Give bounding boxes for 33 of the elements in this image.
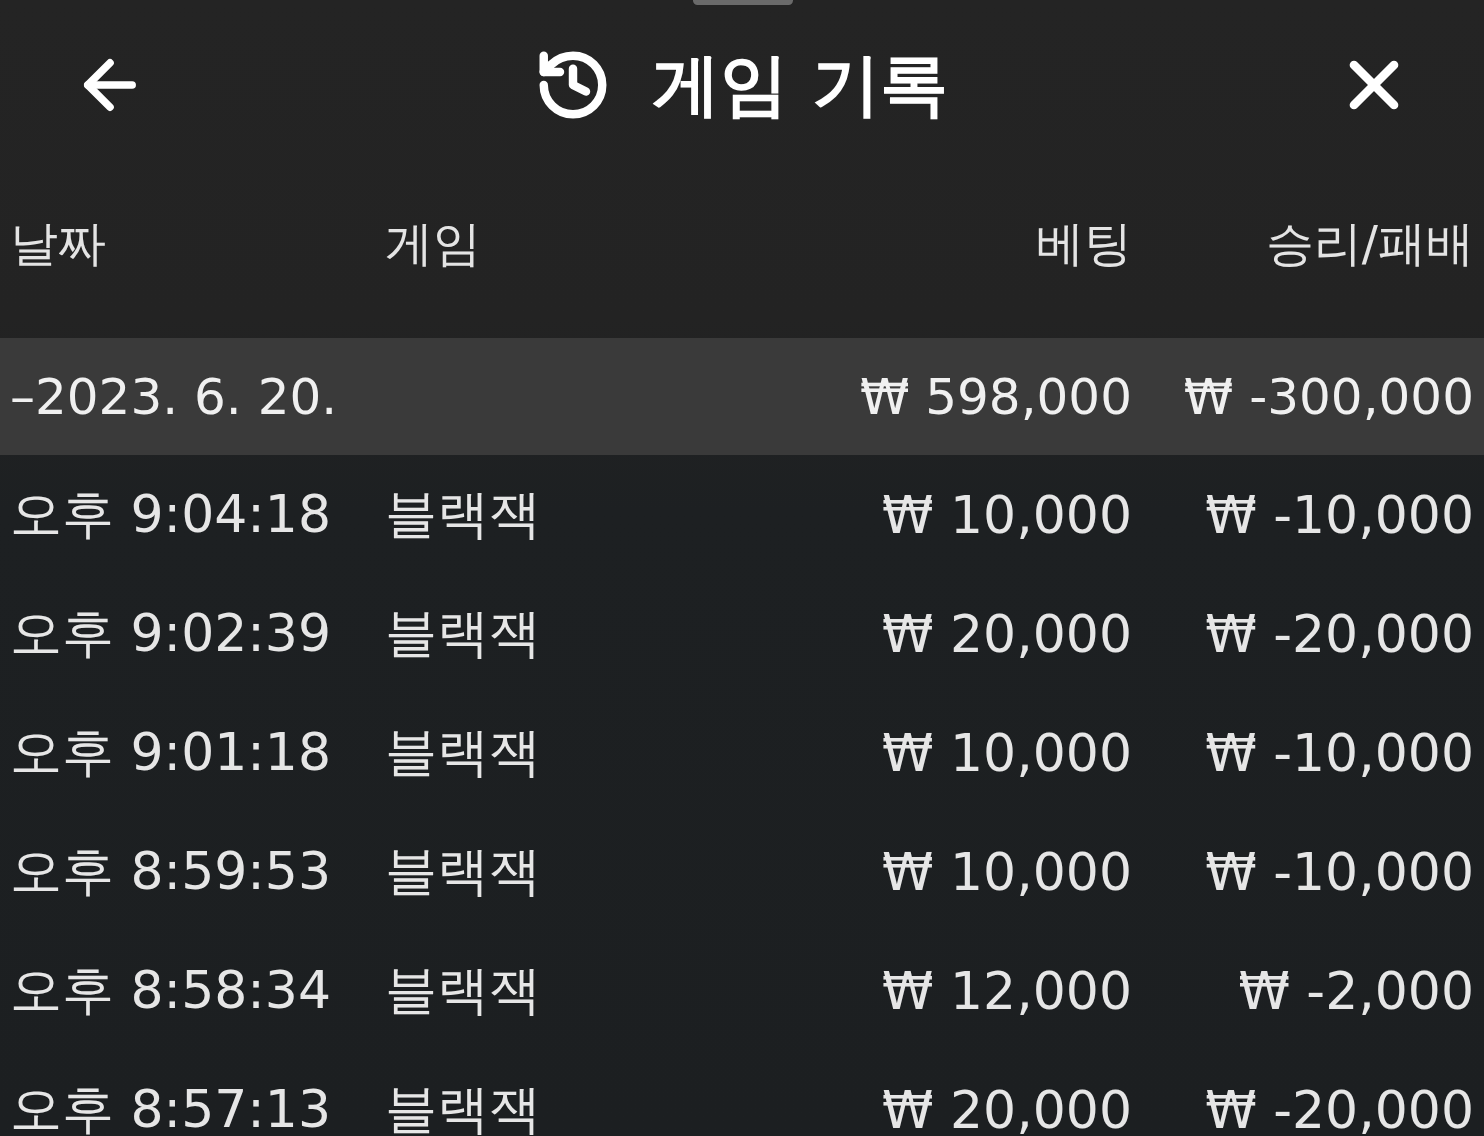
group-date: –2023. 6. 20. (10, 367, 339, 426)
time-cell-text: 오후 8:57:13 (10, 1077, 332, 1136)
bet-cell-text: ₩ 20,000 (881, 603, 1132, 664)
time-cell-text: 오후 9:02:39 (10, 601, 332, 665)
group-bet-total: ₩ 598,000 (858, 367, 1132, 426)
game-cell-text: 블랙잭 (385, 720, 542, 784)
bet-cell-text: ₩ 10,000 (881, 484, 1132, 545)
date-group-row[interactable]: –2023. 6. 20. ₩ 598,000 ₩ -300,000 (0, 338, 1484, 455)
result-cell-text: ₩ -10,000 (1204, 841, 1474, 902)
game-cell-text: 블랙잭 (385, 1077, 542, 1136)
window-title: 게임 기록 (652, 43, 948, 126)
time-cell-text: 오후 8:59:53 (10, 839, 332, 903)
bet-cell-text: ₩ 10,000 (881, 722, 1132, 783)
column-header: 베팅 (1035, 214, 1132, 273)
result-cell-text: ₩ -10,000 (1204, 484, 1474, 545)
group-result-total: ₩ -300,000 (1182, 367, 1474, 426)
result-cell-text: ₩ -10,000 (1204, 722, 1474, 783)
result-cell-text: ₩ -2,000 (1237, 960, 1474, 1021)
column-header: 게임 (385, 214, 482, 273)
time-cell-text: 오후 9:04:18 (10, 482, 332, 546)
time-cell-text: 오후 8:58:34 (10, 958, 332, 1022)
game-cell-text: 블랙잭 (385, 839, 542, 903)
game-cell-text: 블랙잭 (385, 601, 542, 665)
bet-cell-text: ₩ 20,000 (881, 1079, 1132, 1136)
result-cell-text: ₩ -20,000 (1204, 603, 1474, 664)
bet-cell-text: ₩ 10,000 (881, 841, 1132, 902)
time-cell-text: 오후 9:01:18 (10, 720, 332, 784)
game-cell-text: 블랙잭 (385, 958, 542, 1022)
game-cell-text: 블랙잭 (385, 482, 542, 546)
result-cell-text: ₩ -20,000 (1204, 1079, 1474, 1136)
column-header: 승리/패배 (1264, 214, 1474, 273)
bet-cell-text: ₩ 12,000 (881, 960, 1132, 1021)
column-header: 날짜 (10, 214, 107, 273)
